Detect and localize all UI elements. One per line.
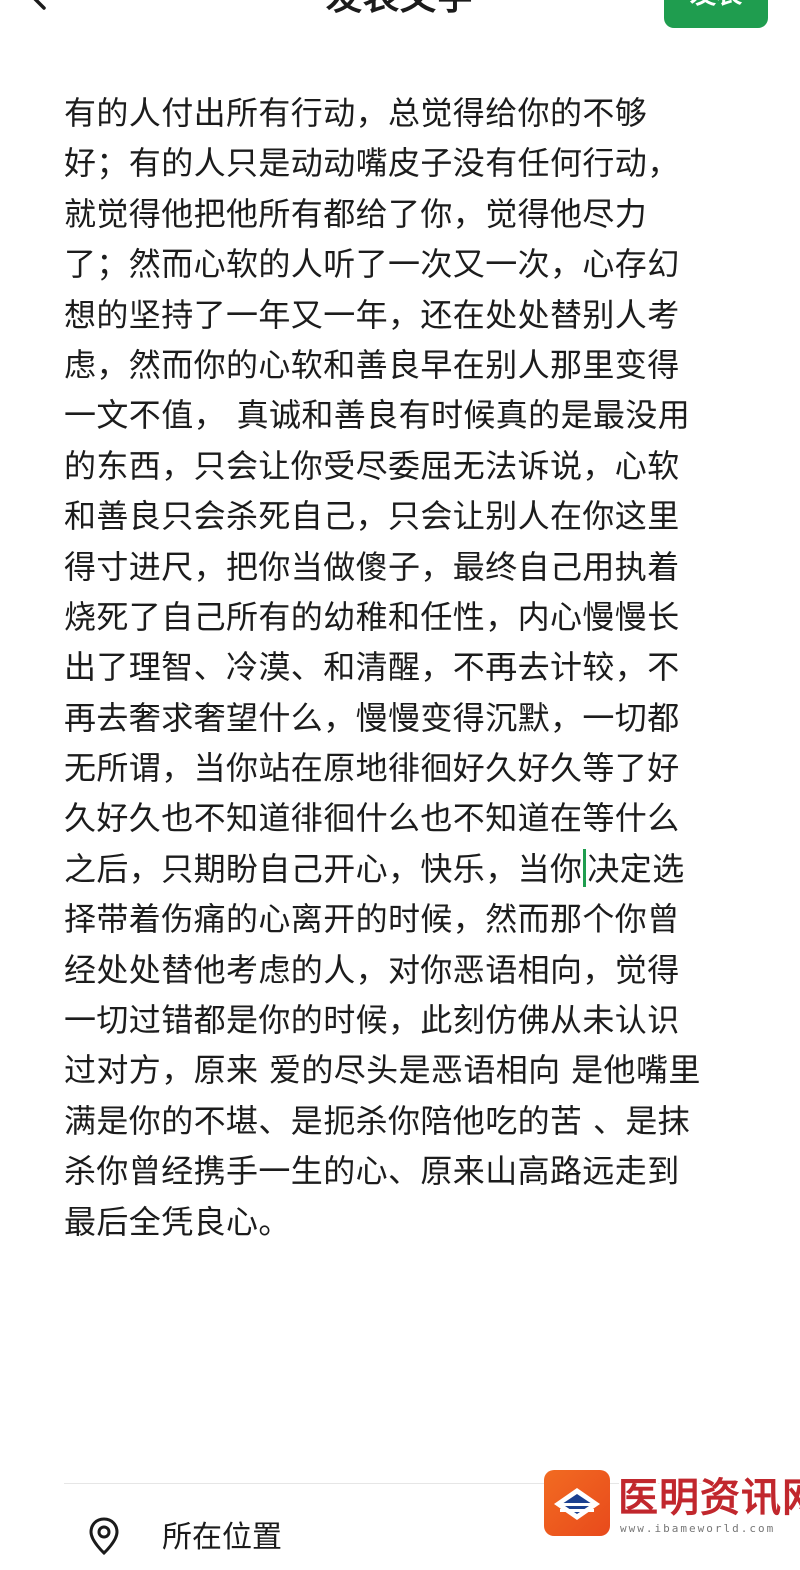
editor-text-segment: 得寸进尺，把你当做傻子，最终自己用执着	[64, 547, 680, 586]
editor-text-segment: 的东西，只会让你受尽委屈无法诉说，心软	[64, 446, 680, 485]
location-label: 所在位置	[162, 1520, 282, 1555]
editor-text-line: 经处处替他考虑的人，对你恶语相向，觉得	[64, 945, 736, 995]
editor-text-line: 想的坚持了一年又一年，还在处处替别人考	[64, 290, 736, 340]
watermark: 医明资讯网 www.ibameworld.com	[540, 1464, 800, 1542]
editor-text-segment: 之后，只期盼自己开心，快乐，当你	[64, 849, 583, 888]
editor-text-line: 好；有的人只是动动嘴皮子没有任何行动，	[64, 138, 736, 188]
editor-text-segment: 就觉得他把他所有都给了你，觉得他尽力	[64, 194, 648, 233]
post-text-editor[interactable]: 有的人付出所有行动，总觉得给你的不够 好；有的人只是动动嘴皮子没有任何行动， 就觉得…	[64, 88, 736, 1247]
watermark-url: www.ibameworld.com	[620, 1522, 776, 1535]
editor-text-segment: 经处处替他考虑的人，对你恶语相向，觉得	[64, 950, 680, 989]
location-pin-icon	[89, 1517, 119, 1556]
publish-button[interactable]: 发表	[664, 0, 768, 28]
editor-text-segment: 烧死了自己所有的幼稚和任性，内心慢慢长	[64, 597, 680, 636]
editor-text-line: 再去奢求奢望什么，慢慢变得沉默，一切都	[64, 693, 736, 743]
editor-text-line: 一文不值， 真诚和善良有时候真的是最没用	[64, 390, 736, 440]
editor-text-segment: 决定选	[587, 849, 685, 888]
editor-text-line: 过对方，原来 爱的尽头是恶语相向 是他嘴里	[64, 1045, 736, 1095]
editor-text-segment: 出了理智、冷漠、和清醒，不再去计较，不	[64, 648, 680, 687]
editor-text-segment: 久好久也不知道徘徊什么也不知道在等什么	[64, 799, 680, 838]
editor-text-segment: 有的人付出所有行动，总觉得给你的不够	[64, 94, 648, 132]
top-bar: 发表文字 发表	[0, 0, 800, 40]
publish-button-label: 发表	[690, 0, 742, 10]
editor-text-line: 最后全凭良心。	[64, 1197, 736, 1247]
editor-text-line: 和善良只会杀死自己，只会让别人在你这里	[64, 491, 736, 541]
editor-text-segment: 过对方，原来 爱的尽头是恶语相向 是他嘴里	[64, 1051, 701, 1090]
editor-text-segment: 满是你的不堪、是扼杀你陪他吃的苦 、是抹	[64, 1101, 691, 1140]
editor-text-line: 烧死了自己所有的幼稚和任性，内心慢慢长	[64, 592, 736, 642]
editor-text-line: 择带着伤痛的心离开的时候，然而那个你曾	[64, 894, 736, 944]
editor-text-segment: 最后全凭良心。	[64, 1202, 291, 1241]
editor-text-segment: 了；然而心软的人听了一次又一次，心存幻	[64, 245, 680, 284]
editor-text-line: 的东西，只会让你受尽委屈无法诉说，心软	[64, 441, 736, 491]
text-cursor	[583, 848, 587, 887]
editor-text-line: 虑，然而你的心软和善良早在别人那里变得	[64, 340, 736, 390]
editor-text-line: 无所谓，当你站在原地徘徊好久好久等了好	[64, 743, 736, 793]
editor-text-line: 得寸进尺，把你当做傻子，最终自己用执着	[64, 542, 736, 592]
watermark-logo-icon	[544, 1470, 610, 1536]
editor-text-line: 久好久也不知道徘徊什么也不知道在等什么	[64, 793, 736, 843]
editor-text-segment: 杀你曾经携手一生的心、原来山高路远走到	[64, 1152, 680, 1191]
editor-text-line: 出了理智、冷漠、和清醒，不再去计较，不	[64, 642, 736, 692]
editor-text-line: 了；然而心软的人听了一次又一次，心存幻	[64, 239, 736, 289]
editor-text-segment: 虑，然而你的心软和善良早在别人那里变得	[64, 345, 680, 384]
editor-text-segment: 一切过错都是你的时候，此刻仿佛从未认识	[64, 1001, 680, 1040]
editor-text-line: 一切过错都是你的时候，此刻仿佛从未认识	[64, 995, 736, 1045]
editor-text-segment: 一文不值， 真诚和善良有时候真的是最没用	[64, 396, 691, 435]
editor-text-segment: 无所谓，当你站在原地徘徊好久好久等了好	[64, 749, 680, 788]
editor-text-segment: 和善良只会杀死自己，只会让别人在你这里	[64, 497, 680, 536]
editor-text-segment: 好；有的人只是动动嘴皮子没有任何行动，	[64, 144, 680, 183]
editor-text-segment: 择带着伤痛的心离开的时候，然而那个你曾	[64, 900, 680, 939]
editor-text-line: 就觉得他把他所有都给了你，觉得他尽力	[64, 189, 736, 239]
editor-text-line: 有的人付出所有行动，总觉得给你的不够	[64, 88, 736, 138]
watermark-brand: 医明资讯网	[618, 1475, 800, 1521]
editor-text-segment: 再去奢求奢望什么，慢慢变得沉默，一切都	[64, 698, 680, 737]
editor-text-line: 满是你的不堪、是扼杀你陪他吃的苦 、是抹	[64, 1096, 736, 1146]
editor-text-line: 杀你曾经携手一生的心、原来山高路远走到	[64, 1146, 736, 1196]
editor-text-line: 之后，只期盼自己开心，快乐，当你 决定选	[64, 844, 736, 894]
editor-text-segment: 想的坚持了一年又一年，还在处处替别人考	[64, 295, 680, 334]
